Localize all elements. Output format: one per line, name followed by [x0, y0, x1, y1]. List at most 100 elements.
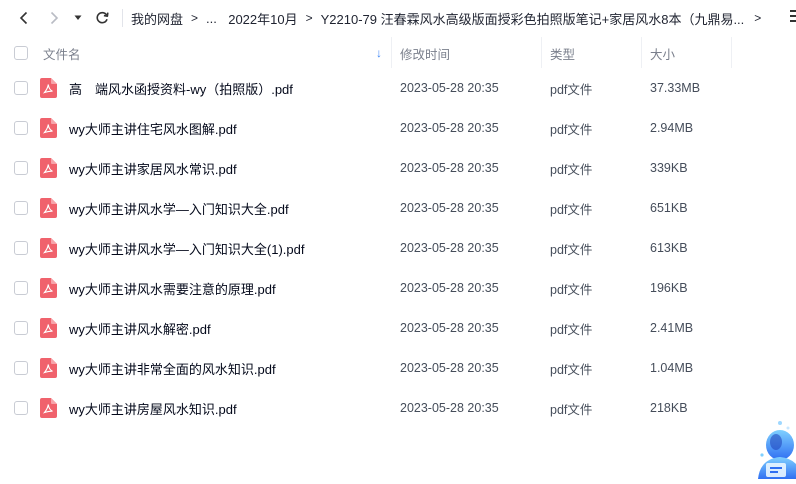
caret-down-icon — [74, 15, 82, 20]
row-checkbox[interactable] — [14, 228, 28, 268]
column-divider — [541, 37, 542, 69]
column-header-modified-label: 修改时间 — [400, 47, 451, 62]
column-divider — [641, 37, 642, 69]
file-name[interactable]: wy大师主讲非常全面的风水知识.pdf — [69, 348, 276, 388]
assistant-avatar[interactable] — [744, 415, 796, 479]
file-type: pdf文件 — [550, 242, 593, 257]
file-name[interactable]: wy大师主讲风水需要注意的原理.pdf — [69, 268, 276, 308]
column-divider — [731, 37, 732, 69]
table-row[interactable]: wy大师主讲非常全面的风水知识.pdf 2023-05-28 20:35 pdf… — [0, 348, 796, 388]
row-checkbox[interactable] — [14, 108, 28, 148]
sort-arrow-icon[interactable]: ↓ — [376, 37, 382, 69]
file-size: 218KB — [650, 401, 688, 415]
file-size: 196KB — [650, 281, 688, 295]
file-modified-time: 2023-05-28 20:35 — [400, 121, 499, 135]
file-type: pdf文件 — [550, 362, 593, 377]
table-row[interactable]: wy大师主讲住宅风水图解.pdf 2023-05-28 20:35 pdf文件 … — [0, 108, 796, 148]
column-header-type-label: 类型 — [550, 47, 576, 62]
history-dropdown-button[interactable] — [70, 4, 86, 32]
file-name[interactable]: wy大师主讲风水解密.pdf — [69, 308, 211, 348]
file-type: pdf文件 — [550, 202, 593, 217]
column-header-name-label: 文件名 — [43, 47, 81, 62]
file-modified-time: 2023-05-28 20:35 — [400, 321, 499, 335]
file-name[interactable]: wy大师主讲风水学—入门知识大全.pdf — [69, 188, 289, 228]
refresh-icon — [96, 11, 109, 24]
breadcrumb-separator-icon — [217, 11, 220, 25]
table-row[interactable]: wy大师主讲风水学—入门知识大全.pdf 2023-05-28 20:35 pd… — [0, 188, 796, 228]
file-size: 651KB — [650, 201, 688, 215]
navigation-bar: 我的网盘 > ... 2022年10月 > Y2210-79 汪春霖风水高级版面… — [0, 0, 796, 36]
refresh-button[interactable] — [88, 4, 116, 32]
checkbox-box — [14, 46, 28, 60]
file-modified-time: 2023-05-28 20:35 — [400, 81, 499, 95]
breadcrumb-folder-2022-10[interactable]: 2022年10月 — [228, 9, 297, 28]
table-row[interactable]: wy大师主讲家居风水常识.pdf 2023-05-28 20:35 pdf文件 … — [0, 148, 796, 188]
file-modified-time: 2023-05-28 20:35 — [400, 201, 499, 215]
row-checkbox[interactable] — [14, 148, 28, 188]
file-size: 37.33MB — [650, 81, 701, 95]
breadcrumb-separator-icon: > — [191, 11, 199, 25]
file-type: pdf文件 — [550, 402, 593, 417]
table-row[interactable]: wy大师主讲风水学—入门知识大全(1).pdf 2023-05-28 20:35… — [0, 228, 796, 268]
table-row[interactable]: wy大师主讲风水需要注意的原理.pdf 2023-05-28 20:35 pdf… — [0, 268, 796, 308]
chevron-right-icon — [50, 11, 59, 25]
file-list-header: 文件名 ↓ 修改时间 类型 大小 — [0, 37, 796, 69]
breadcrumb-current-folder[interactable]: Y2210-79 汪春霖风水高级版面授彩色拍照版笔记+家居风水8本（九鼎易... — [321, 9, 745, 28]
column-header-size[interactable]: 大小 — [650, 37, 675, 69]
file-name[interactable]: wy大师主讲房屋风水知识.pdf — [69, 388, 237, 428]
file-size: 339KB — [650, 161, 688, 175]
file-type: pdf文件 — [550, 282, 593, 297]
file-modified-time: 2023-05-28 20:35 — [400, 281, 499, 295]
breadcrumb-ellipsis[interactable]: ... — [206, 11, 217, 26]
robot-assistant-icon — [758, 421, 796, 479]
pdf-file-icon — [40, 388, 57, 428]
pdf-file-icon — [40, 308, 57, 348]
column-header-size-label: 大小 — [650, 47, 676, 62]
table-row[interactable]: 高 端风水函授资料-wy（拍照版）.pdf 2023-05-28 20:35 p… — [0, 68, 796, 108]
breadcrumb-root[interactable]: 我的网盘 — [131, 9, 183, 28]
file-name[interactable]: wy大师主讲风水学—入门知识大全(1).pdf — [69, 228, 304, 268]
file-name[interactable]: 高 端风水函授资料-wy（拍照版）.pdf — [69, 68, 293, 108]
select-all-checkbox[interactable] — [14, 37, 28, 69]
row-checkbox[interactable] — [14, 308, 28, 348]
breadcrumb-separator-icon: > — [305, 11, 313, 25]
pdf-file-icon — [40, 268, 57, 308]
file-modified-time: 2023-05-28 20:35 — [400, 241, 499, 255]
file-type: pdf文件 — [550, 122, 593, 137]
pdf-file-icon — [40, 188, 57, 228]
file-name[interactable]: wy大师主讲住宅风水图解.pdf — [69, 108, 237, 148]
pdf-file-icon — [40, 108, 57, 148]
toolbar-divider — [122, 9, 123, 27]
row-checkbox[interactable] — [14, 188, 28, 228]
file-modified-time: 2023-05-28 20:35 — [400, 161, 499, 175]
file-size: 613KB — [650, 241, 688, 255]
file-size: 2.94MB — [650, 121, 694, 135]
row-checkbox[interactable] — [14, 388, 28, 428]
pdf-file-icon — [40, 348, 57, 388]
row-checkbox[interactable] — [14, 348, 28, 388]
pdf-file-icon — [40, 228, 57, 268]
file-size: 1.04MB — [650, 361, 694, 375]
file-type: pdf文件 — [550, 322, 593, 337]
file-type: pdf文件 — [550, 82, 593, 97]
table-row[interactable]: wy大师主讲房屋风水知识.pdf 2023-05-28 20:35 pdf文件 … — [0, 388, 796, 428]
column-divider — [391, 37, 392, 69]
menu-icon[interactable] — [790, 10, 796, 24]
column-header-modified[interactable]: 修改时间 — [400, 37, 450, 69]
file-name[interactable]: wy大师主讲家居风水常识.pdf — [69, 148, 237, 188]
column-header-name[interactable]: 文件名 — [43, 37, 81, 69]
row-checkbox[interactable] — [14, 68, 28, 108]
table-row[interactable]: wy大师主讲风水解密.pdf 2023-05-28 20:35 pdf文件 2.… — [0, 308, 796, 348]
row-checkbox[interactable] — [14, 268, 28, 308]
chevron-left-icon — [19, 11, 28, 25]
file-modified-time: 2023-05-28 20:35 — [400, 401, 499, 415]
back-button[interactable] — [10, 4, 38, 32]
file-modified-time: 2023-05-28 20:35 — [400, 361, 499, 375]
breadcrumb-more-icon[interactable]: > — [754, 11, 761, 25]
forward-button[interactable] — [40, 4, 68, 32]
column-header-type[interactable]: 类型 — [550, 37, 575, 69]
file-type: pdf文件 — [550, 162, 593, 177]
pdf-file-icon — [40, 68, 57, 108]
file-size: 2.41MB — [650, 321, 694, 335]
pdf-file-icon — [40, 148, 57, 188]
